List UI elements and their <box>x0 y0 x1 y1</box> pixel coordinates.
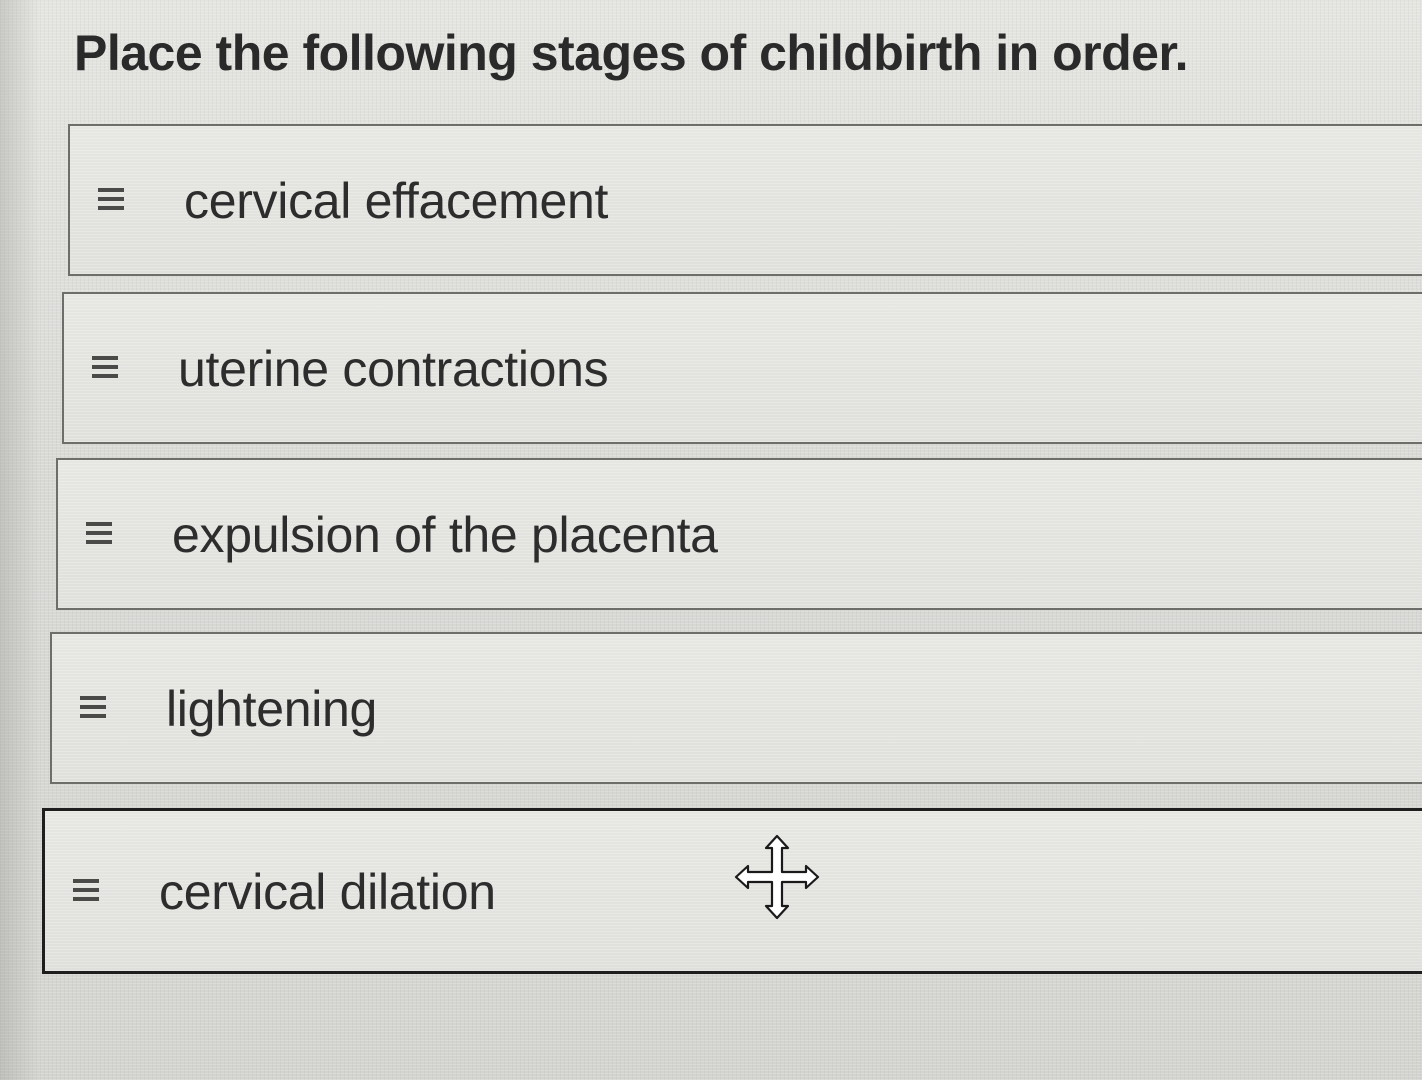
ordering-item-label: lightening <box>166 681 378 737</box>
drag-handle-icon[interactable] <box>80 696 106 718</box>
ordering-item-label: cervical dilation <box>159 864 496 920</box>
ordering-item[interactable]: cervical effacement <box>68 124 1422 276</box>
ordering-item-label: uterine contractions <box>178 341 609 397</box>
drag-handle-icon[interactable] <box>73 879 99 901</box>
drag-handle-icon[interactable] <box>92 356 118 378</box>
drag-handle-icon[interactable] <box>98 188 124 210</box>
ordering-item[interactable]: lightening <box>50 632 1422 784</box>
ordering-item-label: cervical effacement <box>184 173 609 229</box>
ordering-list: cervical effacement uterine contractions… <box>0 0 1422 1080</box>
drag-handle-icon[interactable] <box>86 522 112 544</box>
ordering-item[interactable]: expulsion of the placenta <box>56 458 1422 610</box>
ordering-item[interactable]: uterine contractions <box>62 292 1422 444</box>
ordering-item-label: expulsion of the placenta <box>172 507 718 563</box>
move-cursor-icon <box>734 834 820 920</box>
